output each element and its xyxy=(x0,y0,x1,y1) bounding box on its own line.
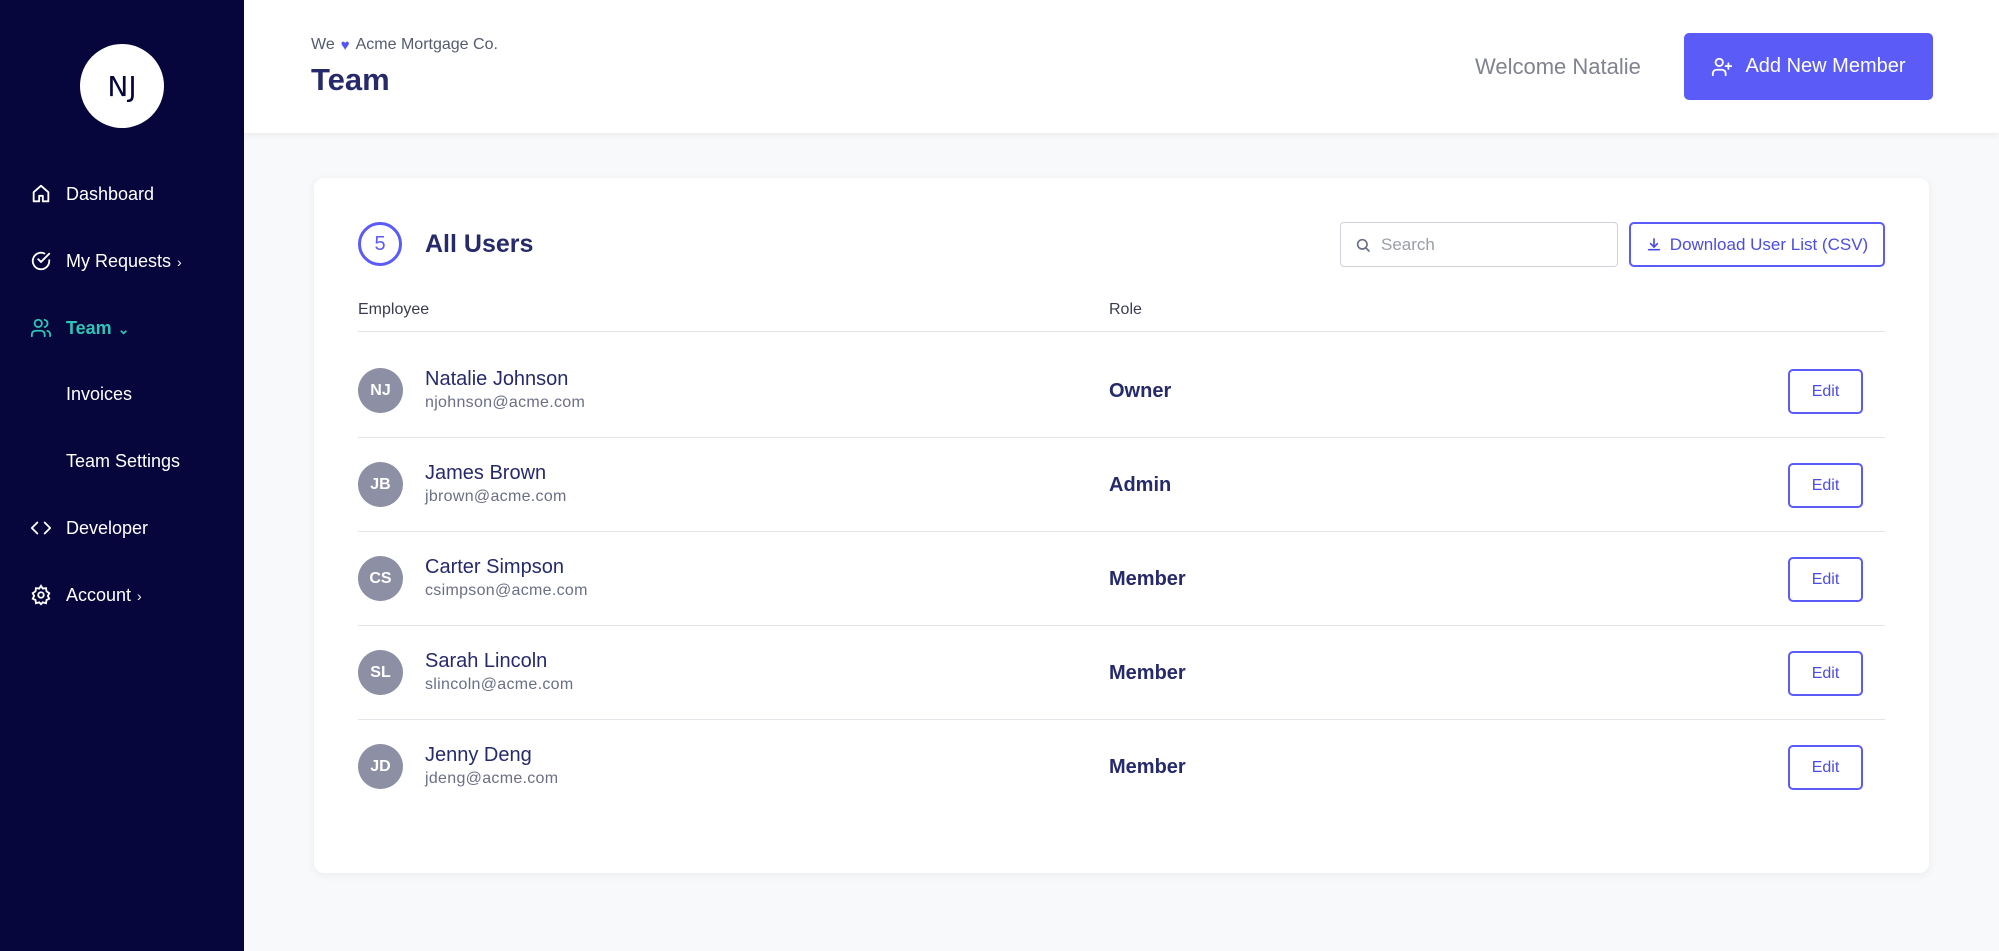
search-icon xyxy=(1356,238,1370,252)
check-circle-icon xyxy=(31,251,51,271)
users-card: 5 All Users Download User List (CSV) Emp… xyxy=(314,178,1929,873)
avatar: JD xyxy=(358,744,403,789)
table-row: JB James Brown jbrown@acme.com Admin Edi… xyxy=(358,438,1885,532)
user-count-badge: 5 xyxy=(358,222,402,266)
user-plus-icon xyxy=(1712,57,1733,76)
user-avatar[interactable]: NJ xyxy=(80,44,164,128)
sidebar-item-label: Dashboard xyxy=(66,184,155,204)
employee-email: slincoln@acme.com xyxy=(425,676,574,693)
sidebar-subitem-team-settings[interactable]: Team Settings xyxy=(66,451,180,472)
card-title: All Users xyxy=(425,230,534,258)
employee-name: Jenny Deng xyxy=(425,744,532,766)
breadcrumb: We ♥ Acme Mortgage Co. xyxy=(311,36,498,54)
employee-email: jbrown@acme.com xyxy=(425,488,567,505)
avatar: SL xyxy=(358,650,403,695)
gear-icon xyxy=(31,584,51,606)
employee-role: Admin xyxy=(1109,474,1172,496)
table-row: CS Carter Simpson csimpson@acme.com Memb… xyxy=(358,532,1885,626)
employee-role: Member xyxy=(1109,756,1186,778)
table-row: SL Sarah Lincoln slincoln@acme.com Membe… xyxy=(358,626,1885,720)
column-header-role: Role xyxy=(1109,301,1142,318)
chevron-right-icon: › xyxy=(137,588,142,604)
page-title: Team xyxy=(311,62,390,97)
sidebar-item-account[interactable]: Account › xyxy=(0,575,244,615)
heart-icon: ♥ xyxy=(340,36,350,54)
header-divider xyxy=(358,331,1885,332)
sidebar-item-dashboard[interactable]: Dashboard xyxy=(0,174,244,214)
avatar: CS xyxy=(358,556,403,601)
employee-email: njohnson@acme.com xyxy=(425,394,586,411)
avatar: NJ xyxy=(358,368,403,413)
employee-email: csimpson@acme.com xyxy=(425,582,588,599)
welcome-message: Welcome Natalie xyxy=(1475,54,1641,79)
chevron-right-icon: › xyxy=(177,254,182,270)
download-csv-button[interactable]: Download User List (CSV) xyxy=(1629,222,1885,267)
edit-button[interactable]: Edit xyxy=(1788,745,1863,790)
employee-role: Member xyxy=(1109,568,1186,590)
employee-name: Sarah Lincoln xyxy=(425,650,548,672)
sidebar-item-developer[interactable]: Developer xyxy=(0,508,244,548)
search-box[interactable] xyxy=(1340,222,1618,267)
sidebar-item-label: Account xyxy=(66,585,132,605)
company-name: Acme Mortgage Co. xyxy=(355,36,498,53)
edit-button[interactable]: Edit xyxy=(1788,369,1863,414)
table-row: NJ Natalie Johnson njohnson@acme.com Own… xyxy=(358,344,1885,438)
employee-role: Member xyxy=(1109,662,1186,684)
employee-name: James Brown xyxy=(425,462,547,484)
sidebar-subitem-invoices[interactable]: Invoices xyxy=(66,384,132,405)
home-icon xyxy=(32,184,50,203)
download-icon xyxy=(1647,237,1660,250)
avatar: JB xyxy=(358,462,403,507)
sidebar-item-my-requests[interactable]: My Requests › xyxy=(0,241,244,281)
employee-role: Owner xyxy=(1109,380,1172,402)
sidebar-item-label: Team xyxy=(66,318,112,338)
employee-email: jdeng@acme.com xyxy=(425,770,559,787)
edit-button[interactable]: Edit xyxy=(1788,463,1863,508)
edit-button[interactable]: Edit xyxy=(1788,557,1863,602)
employee-name: Carter Simpson xyxy=(425,556,564,578)
employee-name: Natalie Johnson xyxy=(425,368,569,390)
sidebar-item-team[interactable]: Team ⌄ xyxy=(0,308,244,348)
add-new-member-button[interactable]: Add New Member xyxy=(1684,33,1933,100)
download-csv-label: Download User List (CSV) xyxy=(1669,234,1869,254)
sidebar-item-label: Developer xyxy=(66,518,149,538)
search-input[interactable] xyxy=(1381,234,1601,255)
sidebar-item-label: My Requests xyxy=(66,251,172,271)
column-header-employee: Employee xyxy=(358,301,430,318)
table-row: JD Jenny Deng jdeng@acme.com Member Edit xyxy=(358,720,1885,814)
users-icon xyxy=(30,318,52,338)
chevron-down-icon: ⌄ xyxy=(117,321,130,337)
crumb-prefix: We xyxy=(311,36,335,53)
edit-button[interactable]: Edit xyxy=(1788,651,1863,696)
sidebar: NJ Dashboard My Requests › Team ⌄ Invoices… xyxy=(0,0,244,951)
add-new-member-label: Add New Member xyxy=(1745,55,1906,77)
code-icon xyxy=(30,521,52,535)
top-header: We ♥ Acme Mortgage Co. Team Welcome Nata… xyxy=(244,0,1999,133)
